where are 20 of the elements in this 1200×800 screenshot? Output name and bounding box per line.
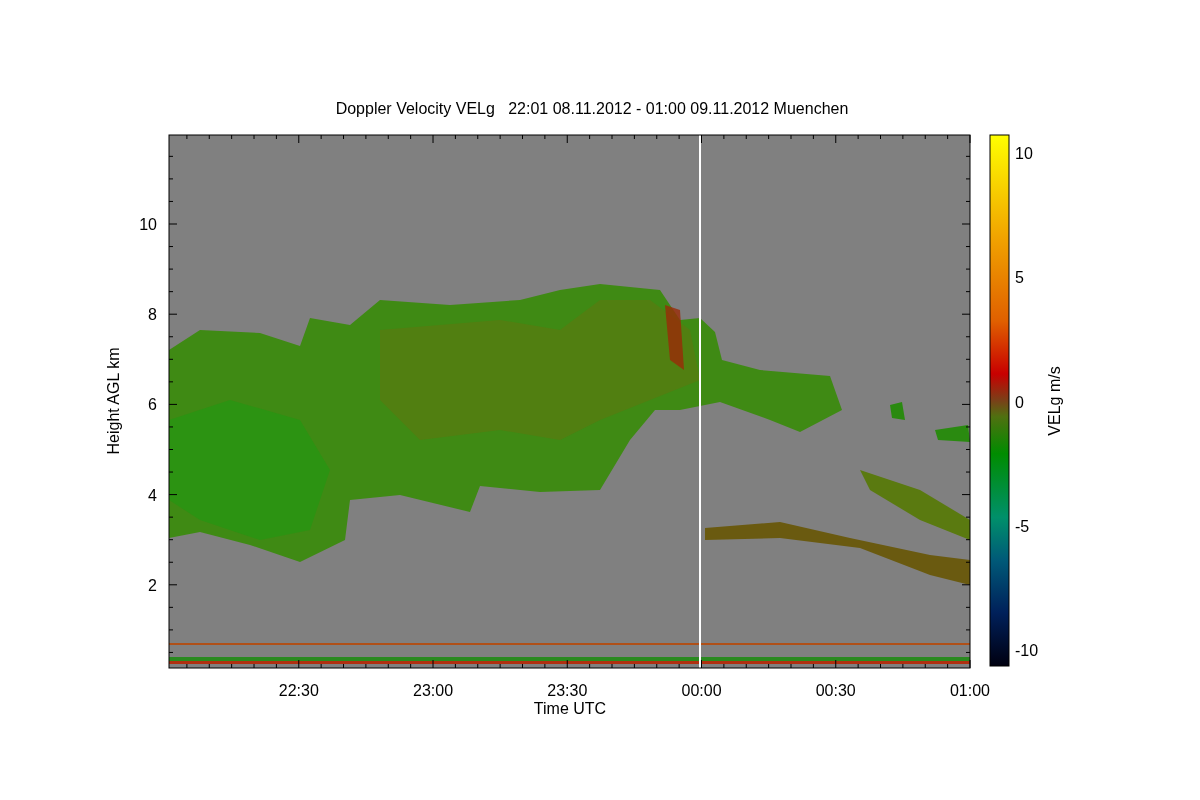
y-tick-label: 10 xyxy=(139,216,157,233)
x-tick-label: 00:00 xyxy=(681,682,722,699)
y-tick-label: 8 xyxy=(148,306,157,324)
colorbar-tick-label: 5 xyxy=(1015,269,1024,287)
colorbar-label: VELg m/s xyxy=(1046,366,1063,436)
x-tick-label: 23:30 xyxy=(547,682,588,699)
y-axis-label: Height AGL km xyxy=(105,347,122,455)
x-tick-label: 23:00 xyxy=(413,682,454,699)
y-tick-label: 2 xyxy=(148,576,157,594)
y-tick-label: 4 xyxy=(148,486,157,504)
colorbar-tick-label: 10 xyxy=(1015,145,1033,162)
colorbar-tick-label: -5 xyxy=(1015,517,1030,535)
x-tick-label: 22:30 xyxy=(278,682,319,699)
x-tick-label: 01:00 xyxy=(950,682,990,699)
x-tick-label: 00:30 xyxy=(815,682,856,699)
x-axis-label: Time UTC xyxy=(533,700,607,717)
y-tick-label: 6 xyxy=(148,396,157,414)
chart-title: Doppler Velocity VELg 22:01 08.11.2012 - 01:00 09.11.2012 Muenchen xyxy=(335,100,849,117)
colorbar-tick-label: -10 xyxy=(1015,642,1039,659)
colorbar-tick-label: 0 xyxy=(1015,393,1024,411)
